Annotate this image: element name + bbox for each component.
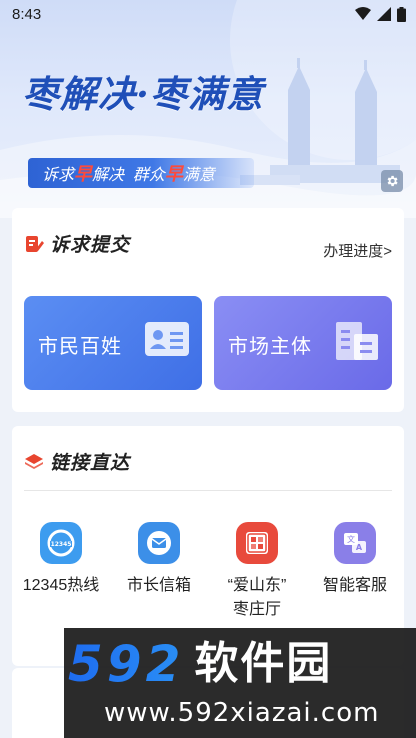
mail-icon bbox=[138, 522, 180, 564]
watermark-number: 592 bbox=[68, 635, 185, 693]
translate-service-icon: 文 A bbox=[334, 522, 376, 564]
layers-icon bbox=[25, 453, 43, 469]
link-label: 12345热线 bbox=[22, 577, 100, 594]
wifi-icon bbox=[355, 7, 371, 20]
hero-title: 枣解决·枣满意 bbox=[22, 72, 264, 116]
slogan-text: 满意 bbox=[182, 167, 215, 184]
links-section-header: 链接直达 bbox=[24, 448, 130, 475]
settings-button[interactable] bbox=[381, 170, 403, 192]
status-bar: 8:43 bbox=[0, 0, 416, 28]
citizen-button-label: 市民百姓 bbox=[38, 334, 122, 358]
svg-text:A: A bbox=[356, 543, 363, 552]
market-button-label: 市场主体 bbox=[228, 334, 312, 358]
watermark-overlay: 592 软件园 www.592xiazai.com bbox=[64, 628, 416, 738]
edit-document-icon bbox=[26, 235, 44, 252]
slogan-highlight: 早 bbox=[164, 164, 183, 184]
slogan-bar: 诉求早解决 群众早满意 bbox=[28, 158, 254, 188]
market-button[interactable]: 市场主体 bbox=[214, 296, 392, 390]
divider bbox=[24, 490, 392, 491]
submit-card: 诉求提交 办理进度> 市民百姓 市场主体 bbox=[12, 208, 404, 412]
link-label: 市长信箱 bbox=[126, 577, 191, 594]
link-item-hotline[interactable]: 12345 12345热线 bbox=[12, 522, 110, 622]
links-row: 12345 12345热线 市长信箱 “爱山东” 枣庄厅 文 A 智能客服 bbox=[12, 522, 404, 622]
submit-section-header: 诉求提交 bbox=[24, 230, 130, 257]
hotline-icon: 12345 bbox=[40, 522, 82, 564]
signal-icon bbox=[377, 7, 391, 21]
slogan-text: 诉求 bbox=[42, 167, 75, 184]
watermark-brand: 592 软件园 bbox=[68, 636, 332, 692]
status-time: 8:43 bbox=[12, 5, 42, 23]
links-section-title: 链接直达 bbox=[50, 452, 131, 474]
watermark-url: www.592xiazai.com bbox=[104, 698, 380, 728]
link-item-smart-service[interactable]: 文 A 智能客服 bbox=[306, 522, 404, 622]
submit-section-title: 诉求提交 bbox=[50, 234, 131, 256]
progress-link[interactable]: 办理进度> bbox=[323, 240, 392, 261]
hero-banner: 枣解决·枣满意 诉求早解决 群众早满意 bbox=[0, 0, 416, 218]
slogan-text: 解决 群众 bbox=[92, 167, 165, 184]
link-label: 智能客服 bbox=[322, 577, 387, 594]
status-icons bbox=[355, 6, 406, 22]
slogan-highlight: 早 bbox=[74, 164, 93, 184]
link-item-mayor-mailbox[interactable]: 市长信箱 bbox=[110, 522, 208, 622]
aishandong-icon bbox=[236, 522, 278, 564]
watermark-brand-text: 软件园 bbox=[194, 638, 333, 689]
link-item-aishandong[interactable]: “爱山东” 枣庄厅 bbox=[208, 522, 306, 622]
link-label: “爱山东” 枣庄厅 bbox=[227, 577, 287, 618]
svg-text:12345: 12345 bbox=[51, 541, 72, 548]
gear-icon bbox=[387, 175, 398, 187]
battery-icon bbox=[397, 6, 406, 22]
citizen-button[interactable]: 市民百姓 bbox=[24, 296, 202, 390]
id-card-icon bbox=[145, 322, 189, 356]
svg-text:文: 文 bbox=[347, 534, 355, 544]
building-icon bbox=[336, 322, 378, 360]
